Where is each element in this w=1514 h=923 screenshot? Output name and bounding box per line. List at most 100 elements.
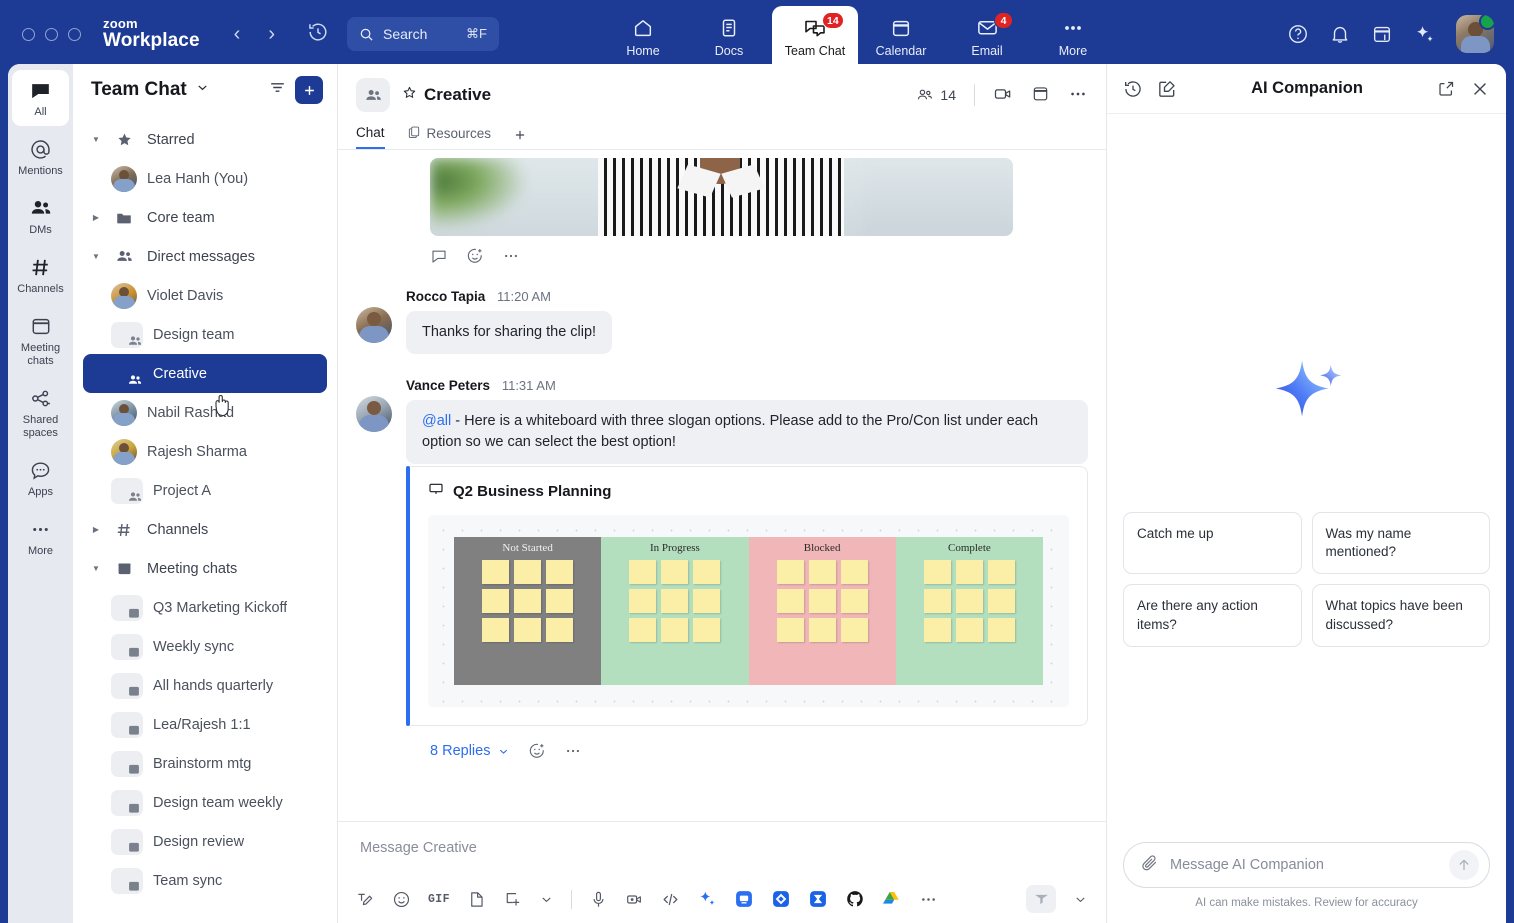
rail-item-channels[interactable]: Channels: [12, 247, 69, 303]
chevron-down-icon[interactable]: [195, 80, 210, 100]
sidebar-item-lea-rajesh-1-1[interactable]: Lea/Rajesh 1:1: [83, 705, 327, 744]
calendar-icon[interactable]: [1031, 84, 1050, 106]
replies-button[interactable]: 8 Replies: [430, 743, 510, 759]
compose-icon[interactable]: [1157, 79, 1177, 99]
sidebar-item-design-review[interactable]: Design review: [83, 822, 327, 861]
bell-icon[interactable]: [1329, 23, 1351, 45]
video-clip-icon[interactable]: [993, 84, 1013, 107]
rail-item-meeting-chats[interactable]: Meeting chats: [12, 306, 69, 375]
chevron-down-icon[interactable]: [539, 892, 554, 907]
member-count[interactable]: 14: [916, 86, 956, 104]
tab-team-chat[interactable]: 14 Team Chat: [772, 6, 858, 68]
format-text-icon[interactable]: [356, 890, 375, 909]
microphone-icon[interactable]: [589, 890, 608, 909]
sidebar-group-direct-messages[interactable]: ▼ Direct messages: [83, 237, 327, 276]
history-icon[interactable]: [1123, 79, 1143, 99]
ai-message-input[interactable]: Message AI Companion: [1123, 842, 1490, 888]
sidebar-group-core-team[interactable]: ▶ Core team: [83, 198, 327, 237]
tab-calendar[interactable]: Calendar: [858, 6, 944, 68]
ai-sparkle-icon[interactable]: [697, 889, 717, 909]
tab-chat[interactable]: Chat: [356, 125, 385, 149]
video-clip-icon[interactable]: [625, 890, 644, 909]
sidebar-item-project-a[interactable]: Project A: [83, 471, 327, 510]
avatar[interactable]: [1456, 15, 1494, 53]
whiteboard-attachment[interactable]: Q2 Business Planning Not Started: [406, 466, 1088, 726]
whiteboard-canvas[interactable]: Not Started In Progress: [428, 515, 1069, 707]
rail-item-more[interactable]: More: [12, 509, 69, 565]
sidebar-item-design-team[interactable]: Design team: [83, 315, 327, 354]
add-tab-button[interactable]: [513, 128, 527, 149]
close-window-button[interactable]: [22, 28, 35, 41]
more-dots-icon[interactable]: [1068, 84, 1088, 107]
sidebar-item-violet-davis[interactable]: Violet Davis: [83, 276, 327, 315]
tab-resources[interactable]: Resources: [407, 125, 492, 149]
more-dots-icon[interactable]: [919, 890, 938, 909]
close-icon[interactable]: [1470, 79, 1490, 99]
back-button[interactable]: ‹: [226, 21, 249, 48]
rail-item-apps[interactable]: Apps: [12, 450, 69, 506]
tab-docs[interactable]: Docs: [686, 6, 772, 68]
maximize-window-button[interactable]: [68, 28, 81, 41]
forward-button[interactable]: ›: [260, 21, 283, 48]
app-jira-icon[interactable]: [771, 889, 791, 909]
app-google-drive-icon[interactable]: [882, 889, 902, 909]
add-reaction-icon[interactable]: [528, 742, 546, 760]
help-icon[interactable]: [1287, 23, 1309, 45]
ai-send-button[interactable]: [1449, 850, 1479, 880]
paperclip-icon[interactable]: [1140, 853, 1159, 877]
sidebar-item-lea-hanh[interactable]: Lea Hanh (You): [83, 159, 327, 198]
gif-icon[interactable]: GIF: [428, 893, 450, 906]
suggestion-catch-me-up[interactable]: Catch me up: [1123, 512, 1302, 574]
suggestion-action-items[interactable]: Are there any action items?: [1123, 584, 1302, 646]
add-reaction-icon[interactable]: [466, 247, 484, 265]
sidebar-item-q3-marketing-kickoff[interactable]: Q3 Marketing Kickoff: [83, 588, 327, 627]
tab-email[interactable]: 4 Email: [944, 6, 1030, 68]
sidebar-item-team-sync[interactable]: Team sync: [83, 861, 327, 900]
tab-home[interactable]: Home: [600, 6, 686, 68]
rail-item-mentions[interactable]: Mentions: [12, 129, 69, 185]
suggestion-name-mentioned[interactable]: Was my name mentioned?: [1312, 512, 1491, 574]
filter-icon[interactable]: [268, 78, 287, 102]
star-outline-icon[interactable]: [402, 85, 417, 105]
rail-item-all[interactable]: All: [12, 70, 69, 126]
sidebar-item-all-hands-quarterly[interactable]: All hands quarterly: [83, 666, 327, 705]
app-xmind-icon[interactable]: [808, 889, 828, 909]
reply-icon[interactable]: [430, 247, 448, 265]
rail-item-dms[interactable]: DMs: [12, 188, 69, 244]
pop-out-icon[interactable]: [1437, 79, 1456, 98]
sidebar-group-meeting-chats[interactable]: ▼ Meeting chats: [83, 549, 327, 588]
mention-all[interactable]: @all: [422, 413, 451, 429]
code-snippet-icon[interactable]: [661, 890, 680, 909]
minimize-window-button[interactable]: [45, 28, 58, 41]
avatar: [111, 400, 137, 426]
history-icon[interactable]: [307, 21, 329, 48]
more-dots-icon[interactable]: [502, 247, 520, 265]
sidebar-item-weekly-sync[interactable]: Weekly sync: [83, 627, 327, 666]
tab-more[interactable]: More: [1030, 6, 1116, 68]
sidebar-item-nabil-rashad[interactable]: Nabil Rashad: [83, 393, 327, 432]
file-icon[interactable]: [467, 890, 486, 909]
sidebar-item-brainstorm-mtg[interactable]: Brainstorm mtg: [83, 744, 327, 783]
rail-item-shared-spaces[interactable]: Shared spaces: [12, 378, 69, 447]
send-button[interactable]: [1026, 885, 1056, 913]
window-controls[interactable]: [22, 28, 81, 41]
sidebar-item-rajesh-sharma[interactable]: Rajesh Sharma: [83, 432, 327, 471]
screenshot-icon[interactable]: [503, 890, 522, 909]
suggestion-topics-discussed[interactable]: What topics have been discussed?: [1312, 584, 1491, 646]
sidebar-item-creative[interactable]: Creative: [83, 354, 327, 393]
app-github-icon[interactable]: [845, 889, 865, 909]
message-input[interactable]: Message Creative: [356, 838, 1088, 856]
sidebar-group-starred[interactable]: ▼ Starred: [83, 120, 327, 159]
send-options-chevron-icon[interactable]: [1073, 892, 1088, 907]
more-dots-icon[interactable]: [564, 742, 582, 760]
sidebar-group-channels[interactable]: ▶ Channels: [83, 510, 327, 549]
message-image[interactable]: [430, 158, 1013, 236]
new-chat-button[interactable]: [295, 76, 323, 104]
app-messenger-icon[interactable]: [734, 889, 754, 909]
ai-sparkle-icon[interactable]: [1413, 23, 1436, 46]
calendar-icon[interactable]: [1371, 23, 1393, 45]
emoji-icon[interactable]: [392, 890, 411, 909]
sidebar-item-design-team-weekly[interactable]: Design team weekly: [83, 783, 327, 822]
search-input[interactable]: Search ⌘F: [347, 17, 499, 51]
message-list[interactable]: Rocco Tapia 11:20 AM Thanks for sharing …: [338, 150, 1106, 821]
